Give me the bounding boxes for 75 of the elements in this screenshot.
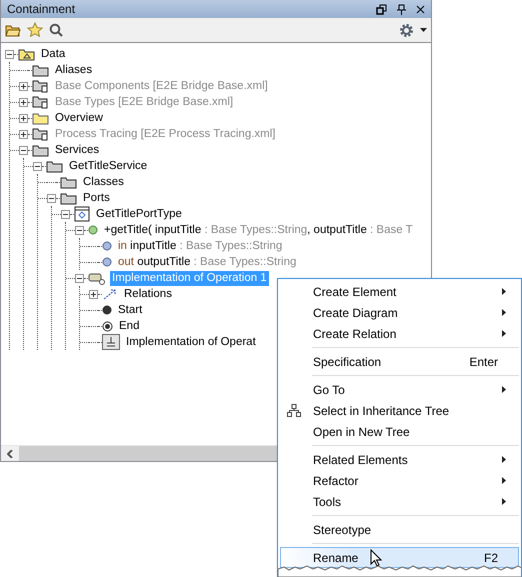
menu-item[interactable]: Rename F2 (280, 547, 519, 568)
settings-icon[interactable] (399, 22, 414, 38)
collapse-toggle[interactable] (61, 210, 70, 218)
star-icon[interactable] (27, 22, 43, 38)
tree-item-label[interactable]: End (117, 318, 142, 334)
mouse-cursor-icon (370, 549, 382, 567)
relations-icon (102, 288, 118, 300)
submenu-arrow-icon (502, 330, 506, 337)
menu-item[interactable]: Tools (280, 491, 519, 512)
pin-icon[interactable] (397, 4, 406, 14)
collapse-toggle[interactable] (47, 194, 56, 202)
restore-icon[interactable] (376, 4, 387, 14)
tree-item-label[interactable]: GetTitleService (67, 158, 150, 174)
implementation-icon (88, 272, 106, 284)
expand-toggle[interactable] (19, 82, 28, 90)
menu-item[interactable]: Specification Enter (280, 351, 519, 372)
collapse-toggle[interactable] (19, 146, 28, 154)
tree-item-label[interactable]: Services (53, 142, 102, 158)
collapse-toggle[interactable] (33, 162, 42, 170)
expand-toggle[interactable] (19, 98, 28, 106)
collapse-toggle[interactable] (75, 226, 84, 234)
tree-item-label[interactable]: Relations (122, 286, 174, 302)
folder-icon (32, 112, 49, 124)
menu-item[interactable]: Stereotype (280, 519, 519, 540)
tree-item-label[interactable]: in inputTitle : Base Types::String (116, 238, 284, 254)
dropdown-caret-icon[interactable] (420, 28, 427, 32)
panel-title: Containment (7, 2, 76, 16)
expand-toggle[interactable] (19, 130, 28, 138)
folder-icon (32, 144, 49, 156)
search-icon[interactable] (49, 23, 63, 37)
menu-item[interactable]: Create Relation (280, 323, 519, 344)
folder-icon (60, 176, 77, 188)
tree-item-label[interactable]: Aliases (53, 62, 94, 78)
interface-icon (74, 206, 90, 222)
folder-icon (46, 160, 63, 172)
tree-item-label[interactable]: Overview (53, 110, 105, 126)
submenu-arrow-icon (502, 386, 506, 393)
tree-item-label[interactable]: Implementation of Operat (124, 334, 258, 350)
linked-folder-icon (32, 127, 49, 141)
tree-item-label[interactable]: Classes (81, 174, 126, 190)
folder-icon (32, 64, 49, 76)
tree-item-label[interactable]: Data (39, 46, 68, 62)
menu-item[interactable]: Create Element (280, 281, 519, 302)
submenu-arrow-icon (502, 456, 506, 463)
diagram-icon (102, 334, 120, 350)
end-icon (102, 320, 113, 332)
collapse-toggle[interactable] (75, 274, 84, 282)
collapse-toggle[interactable] (5, 50, 14, 58)
menu-item[interactable]: Select in Inheritance Tree (280, 400, 519, 421)
tree-item-label[interactable]: out outputTitle : Base Types::String (116, 254, 298, 270)
tree-item-label[interactable]: Ports (81, 190, 112, 206)
folder-icon (60, 192, 77, 204)
menu-item[interactable]: Refactor (280, 470, 519, 491)
open-folder-icon[interactable] (5, 23, 21, 37)
expand-toggle[interactable] (89, 290, 98, 298)
scroll-left-icon[interactable] (7, 450, 13, 458)
expand-toggle[interactable] (19, 114, 28, 122)
menu-item[interactable]: Open in New Tree (280, 421, 519, 442)
start-icon (102, 305, 112, 315)
hierarchy-icon (287, 404, 301, 417)
submenu-arrow-icon (502, 288, 506, 295)
menu-item[interactable]: Create Diagram (280, 302, 519, 323)
close-icon[interactable] (416, 4, 425, 14)
submenu-arrow-icon (502, 498, 506, 505)
operation-icon (88, 225, 98, 235)
submenu-arrow-icon (502, 309, 506, 316)
model-folder-icon (18, 48, 35, 60)
tree-item-label[interactable]: +getTitle( inputTitle : Base Types::String, outputTitle : Base T (102, 222, 415, 238)
linked-folder-icon (32, 79, 49, 93)
tree-item-label[interactable]: GetTitlePortType (94, 206, 184, 222)
menu-item[interactable]: Go To (280, 379, 519, 400)
submenu-arrow-icon (502, 477, 506, 484)
tree-item-label[interactable]: Start (116, 302, 144, 318)
linked-folder-icon (32, 95, 49, 109)
menu-item[interactable]: Related Elements (280, 449, 519, 470)
